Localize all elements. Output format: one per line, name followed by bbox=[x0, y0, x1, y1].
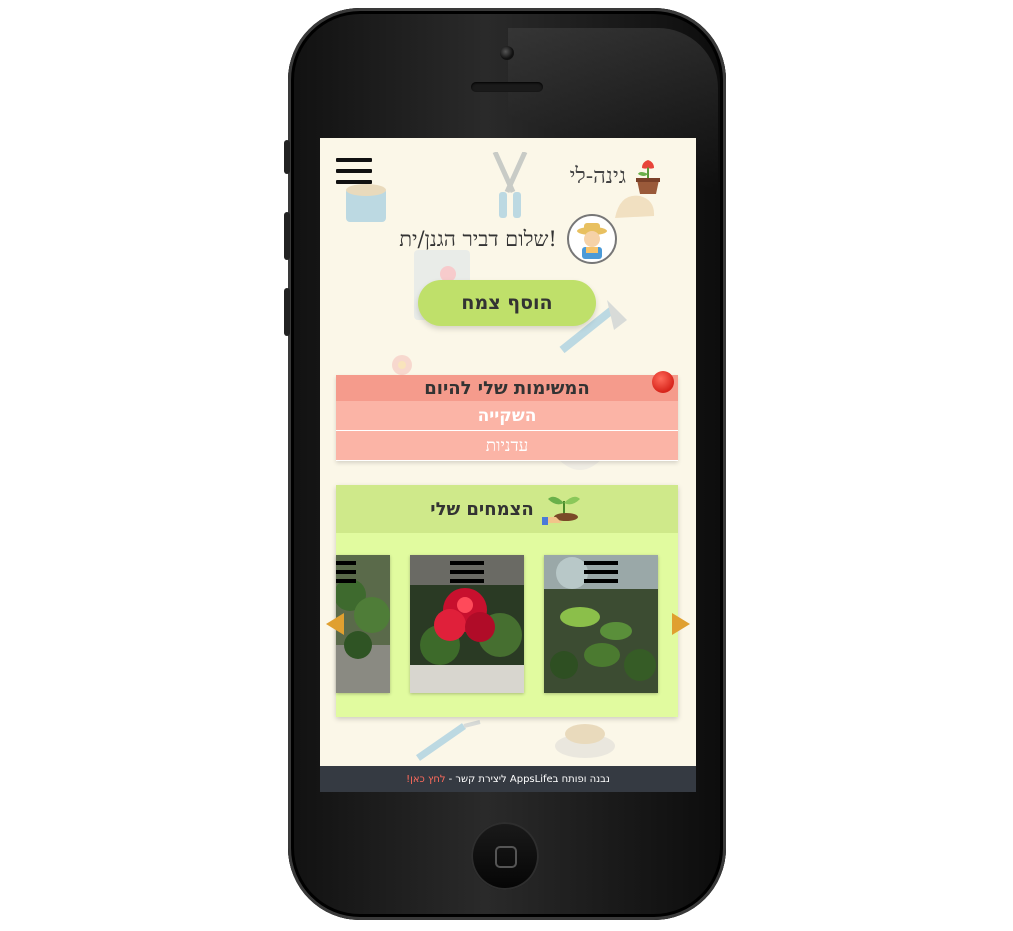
flowerpot-icon bbox=[636, 160, 660, 194]
chevron-right-icon[interactable] bbox=[670, 611, 692, 637]
task-item-planters[interactable]: עדניות bbox=[336, 431, 678, 461]
greeting-text: שלום דביר הגנן/ית! bbox=[399, 226, 557, 251]
app-screen: גינה-לי שלום דביר הגנן/ית! הוסף צמח המשי… bbox=[320, 138, 696, 792]
home-button[interactable] bbox=[471, 822, 539, 890]
tasks-title: המשימות שלי להיום bbox=[336, 375, 678, 401]
plant-menu-icon[interactable] bbox=[584, 561, 618, 587]
phone-volume-up bbox=[284, 212, 290, 260]
front-camera bbox=[500, 46, 514, 60]
plant-card[interactable] bbox=[410, 555, 524, 693]
add-plant-button[interactable]: הוסף צמח bbox=[418, 280, 596, 326]
app-logo: גינה-לי bbox=[570, 156, 666, 196]
task-item-watering[interactable]: השקייה bbox=[336, 401, 678, 431]
plant-card[interactable] bbox=[544, 555, 658, 693]
shears-decoration-icon bbox=[492, 152, 528, 218]
greeting-row: שלום דביר הגנן/ית! bbox=[320, 214, 696, 264]
footer-contact-link[interactable]: לחץ כאן! bbox=[406, 774, 446, 785]
plants-header: הצמחים שלי bbox=[336, 485, 678, 533]
plants-carousel bbox=[336, 555, 678, 695]
pot-bottom-decoration-icon bbox=[555, 724, 615, 758]
plants-title: הצמחים שלי bbox=[430, 498, 534, 520]
phone-mute-switch bbox=[284, 140, 290, 174]
tasks-card: המשימות שלי להיום השקייה עדניות bbox=[336, 371, 678, 461]
footer: נבנה ופותח בAppsLife ליצירת קשר - לחץ כא… bbox=[320, 766, 696, 792]
logo-text: גינה-לי bbox=[569, 164, 626, 189]
plant-menu-icon[interactable] bbox=[336, 561, 356, 587]
shears-bottom-decoration-icon bbox=[416, 720, 481, 761]
phone-volume-down bbox=[284, 288, 290, 336]
plants-card: הצמחים שלי bbox=[336, 485, 678, 717]
footer-text: נבנה ופותח בAppsLife ליצירת קשר - bbox=[448, 773, 610, 785]
phone-speaker bbox=[471, 82, 543, 92]
pushpin-icon bbox=[652, 371, 674, 393]
chevron-left-icon[interactable] bbox=[324, 611, 346, 637]
seedling-hand-icon bbox=[541, 496, 580, 525]
hamburger-icon[interactable] bbox=[336, 158, 372, 186]
plant-menu-icon[interactable] bbox=[450, 561, 484, 587]
gardener-avatar-icon[interactable] bbox=[566, 214, 617, 264]
